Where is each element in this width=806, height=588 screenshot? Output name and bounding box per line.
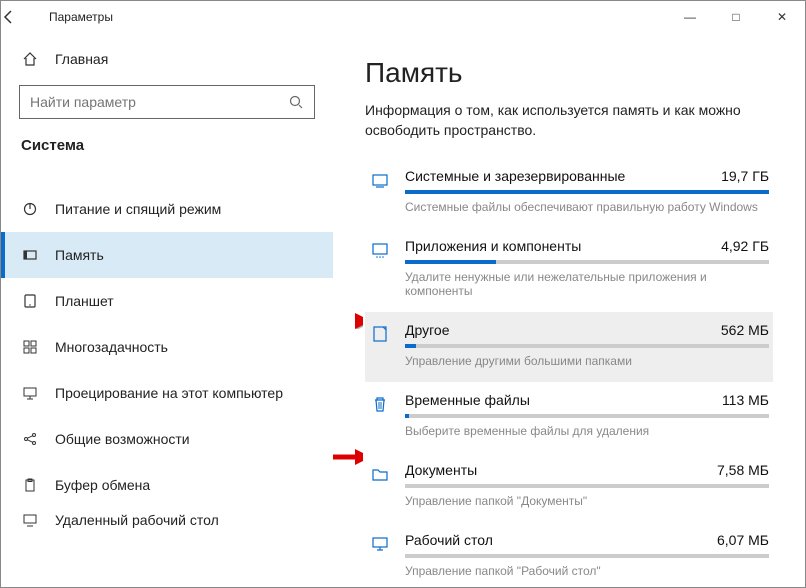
page-title: Память (365, 57, 773, 89)
trash-icon (369, 392, 391, 438)
nav-home[interactable]: Главная (1, 43, 333, 75)
item-name: Временные файлы (405, 392, 530, 408)
desktop-icon (369, 532, 391, 578)
progress-bar (405, 414, 769, 418)
close-button[interactable]: ✕ (759, 1, 805, 33)
sidebar-item-shared[interactable]: Общие возможности (1, 416, 333, 462)
item-size: 562 МБ (721, 322, 769, 338)
item-desc: Управление другими большими папками (405, 354, 769, 368)
shared-icon (21, 431, 39, 447)
sidebar-item-label: Многозадачность (55, 339, 168, 355)
item-name: Другое (405, 322, 449, 338)
item-size: 113 МБ (722, 392, 769, 408)
sidebar-item-tablet[interactable]: Планшет (1, 278, 333, 324)
item-size: 6,07 МБ (717, 532, 769, 548)
storage-item-other[interactable]: Другое 562 МБ Управление другими большими… (365, 312, 773, 382)
apps-icon (369, 238, 391, 298)
sidebar-item-label: Планшет (55, 293, 114, 309)
back-button[interactable] (1, 9, 49, 25)
system-icon (369, 168, 391, 214)
sidebar-item-label: Удаленный рабочий стол (55, 512, 219, 528)
sidebar: Главная Система Питание и спящий режим (1, 33, 333, 587)
multitask-icon (21, 339, 39, 355)
annotation-arrow (333, 445, 363, 465)
folder-icon (369, 462, 391, 508)
item-desc: Выберите временные файлы для удаления (405, 424, 769, 438)
storage-item-apps[interactable]: Приложения и компоненты 4,92 ГБ Удалите н… (365, 228, 773, 312)
remote-icon (21, 512, 39, 528)
item-size: 7,58 МБ (717, 462, 769, 478)
sidebar-item-label: Буфер обмена (55, 477, 150, 493)
storage-item-desktop[interactable]: Рабочий стол 6,07 МБ Управление папкой "Р… (365, 522, 773, 587)
progress-bar (405, 344, 769, 348)
sidebar-item-projecting[interactable]: Проецирование на этот компьютер (1, 370, 333, 416)
window-title: Параметры (49, 10, 113, 24)
page-description: Информация о том, как используется памят… (365, 101, 773, 140)
progress-bar (405, 190, 769, 194)
item-name: Приложения и компоненты (405, 238, 581, 254)
other-icon (369, 322, 391, 368)
home-icon (21, 51, 39, 67)
main-panel: Память Информация о том, как используетс… (333, 33, 805, 587)
item-size: 4,92 ГБ (721, 238, 769, 254)
nav-home-label: Главная (55, 51, 108, 67)
search-field[interactable] (30, 94, 288, 110)
clipboard-icon (21, 477, 39, 493)
tablet-icon (21, 293, 39, 309)
storage-icon (21, 247, 39, 263)
storage-item-system[interactable]: Системные и зарезервированные 19,7 ГБ Сис… (365, 158, 773, 228)
sidebar-item-truncated[interactable] (1, 164, 333, 186)
sidebar-item-label: Память (55, 247, 104, 263)
item-desc: Управление папкой "Документы" (405, 494, 769, 508)
sidebar-item-multitask[interactable]: Многозадачность (1, 324, 333, 370)
search-icon (288, 94, 304, 110)
sidebar-item-power[interactable]: Питание и спящий режим (1, 186, 333, 232)
storage-item-documents[interactable]: Документы 7,58 МБ Управление папкой "Доку… (365, 452, 773, 522)
power-icon (21, 201, 39, 217)
titlebar: Параметры — □ ✕ (1, 1, 805, 33)
sidebar-item-label: Питание и спящий режим (55, 201, 221, 217)
maximize-button[interactable]: □ (713, 1, 759, 33)
item-desc: Удалите ненужные или нежелательные прило… (405, 270, 769, 298)
sidebar-item-label: Проецирование на этот компьютер (55, 385, 283, 401)
item-name: Документы (405, 462, 477, 478)
search-input[interactable] (19, 85, 315, 119)
minimize-button[interactable]: — (667, 1, 713, 33)
sidebar-item-remote[interactable]: Удаленный рабочий стол (1, 508, 333, 538)
sidebar-item-label: Общие возможности (55, 431, 190, 447)
item-size: 19,7 ГБ (721, 168, 769, 184)
storage-item-temp[interactable]: Временные файлы 113 МБ Выберите временные… (365, 382, 773, 452)
sidebar-item-clipboard[interactable]: Буфер обмена (1, 462, 333, 508)
item-desc: Управление папкой "Рабочий стол" (405, 564, 769, 578)
project-icon (21, 385, 39, 401)
annotation-arrow (333, 309, 363, 329)
nav-section-title: Система (1, 137, 333, 164)
progress-bar (405, 484, 769, 488)
item-name: Системные и зарезервированные (405, 168, 625, 184)
item-desc: Системные файлы обеспечивают правильную … (405, 200, 769, 214)
progress-bar (405, 554, 769, 558)
sidebar-item-storage[interactable]: Память (1, 232, 333, 278)
item-name: Рабочий стол (405, 532, 493, 548)
progress-bar (405, 260, 769, 264)
